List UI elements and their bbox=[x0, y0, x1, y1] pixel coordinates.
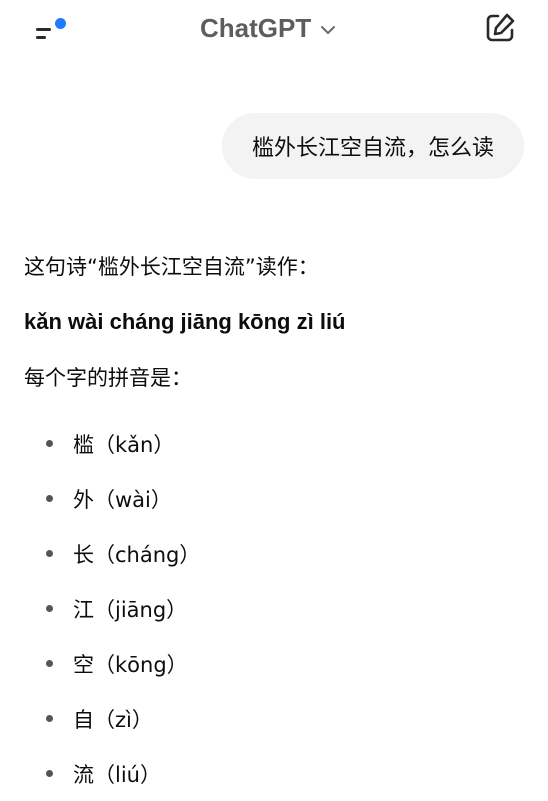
user-message-bubble: 槛外长江空自流，怎么读 bbox=[221, 113, 524, 179]
list-item: 江（jiāng） bbox=[24, 581, 200, 636]
user-message-text: 槛外长江空自流，怎么读 bbox=[251, 136, 494, 161]
notification-dot bbox=[55, 18, 66, 29]
answer-list-intro: 每个字的拼音是： bbox=[24, 366, 192, 390]
answer-pinyin: kǎn wài cháng jiāng kōng zì liú bbox=[24, 309, 346, 334]
answer-intro: 这句诗“槛外长江空自流”读作： bbox=[24, 255, 319, 279]
bullet-icon bbox=[46, 550, 53, 557]
list-item-text: 外（wài） bbox=[73, 487, 172, 512]
bottom-fade bbox=[0, 782, 548, 800]
model-selector[interactable]: ChatGPT bbox=[200, 8, 337, 48]
bullet-icon bbox=[46, 770, 53, 777]
bullet-icon bbox=[46, 660, 53, 667]
list-item: 自（zì） bbox=[24, 691, 200, 746]
menu-icon bbox=[36, 28, 51, 31]
menu-button[interactable] bbox=[28, 10, 72, 46]
list-item-text: 自（zì） bbox=[73, 707, 153, 732]
list-item: 长（cháng） bbox=[24, 526, 200, 581]
list-item-text: 江（jiāng） bbox=[73, 597, 188, 622]
list-item-text: 长（cháng） bbox=[73, 542, 201, 567]
bullet-icon bbox=[46, 440, 53, 447]
compose-icon[interactable] bbox=[482, 10, 518, 46]
app-title: ChatGPT bbox=[200, 12, 312, 43]
top-bar: ChatGPT bbox=[0, 0, 548, 56]
bullet-icon bbox=[46, 605, 53, 612]
chevron-down-icon bbox=[321, 26, 336, 34]
list-item-text: 槛（kǎn） bbox=[73, 432, 175, 457]
bullet-icon bbox=[46, 715, 53, 722]
list-item: 外（wài） bbox=[24, 471, 200, 526]
bullet-icon bbox=[46, 495, 53, 502]
list-item: 空（kōng） bbox=[24, 636, 200, 691]
list-item-text: 空（kōng） bbox=[73, 652, 188, 677]
list-item: 槛（kǎn） bbox=[24, 416, 200, 471]
menu-icon-line bbox=[36, 36, 46, 39]
pinyin-list: 槛（kǎn） 外（wài） 长（cháng） 江（jiāng） 空（kōng） … bbox=[24, 416, 200, 801]
